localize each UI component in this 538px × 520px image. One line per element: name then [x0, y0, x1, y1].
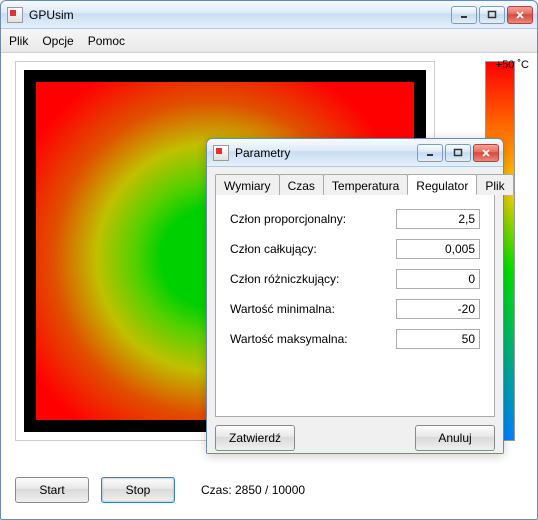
time-counter: Czas: 2850 / 10000 — [201, 483, 305, 497]
menu-file[interactable]: Plik — [9, 34, 28, 48]
menu-options[interactable]: Opcje — [42, 34, 73, 48]
tab-dimensions[interactable]: Wymiary — [215, 174, 280, 195]
close-button[interactable] — [507, 6, 533, 24]
tab-temperature[interactable]: Temperatura — [323, 174, 408, 195]
legend-top-label: +50 ˚C — [496, 59, 529, 71]
main-titlebar[interactable]: GPUsim — [1, 1, 537, 29]
cancel-button[interactable]: Anuluj — [415, 425, 495, 451]
dialog-minimize-button[interactable] — [417, 144, 443, 162]
confirm-button[interactable]: Zatwierdź — [215, 425, 295, 451]
input-proportional[interactable] — [396, 209, 480, 229]
minimize-button[interactable] — [451, 6, 477, 24]
dialog-title: Parametry — [235, 146, 417, 160]
dialog-titlebar[interactable]: Parametry — [207, 139, 503, 167]
label-max: Wartość maksymalna: — [230, 332, 348, 346]
main-title: GPUsim — [29, 8, 451, 22]
tab-file[interactable]: Plik — [476, 174, 513, 195]
label-derivative: Człon różniczkujący: — [230, 272, 339, 286]
input-min[interactable] — [396, 299, 480, 319]
app-icon — [7, 7, 23, 23]
label-integral: Człon całkujący: — [230, 242, 317, 256]
input-integral[interactable] — [396, 239, 480, 259]
menu-help[interactable]: Pomoc — [88, 34, 125, 48]
parameters-dialog: Parametry Wymiary Czas Temperatura Regul… — [206, 138, 504, 454]
stop-button[interactable]: Stop — [101, 477, 175, 503]
tab-time[interactable]: Czas — [279, 174, 324, 195]
dialog-icon — [213, 145, 229, 161]
start-button[interactable]: Start — [15, 477, 89, 503]
input-max[interactable] — [396, 329, 480, 349]
dialog-close-button[interactable] — [473, 144, 499, 162]
input-derivative[interactable] — [396, 269, 480, 289]
label-proportional: Człon proporcjonalny: — [230, 212, 346, 226]
menubar: Plik Opcje Pomoc — [1, 29, 537, 53]
tab-content: Człon proporcjonalny: Człon całkujący: C… — [215, 195, 495, 417]
tab-regulator[interactable]: Regulator — [407, 174, 477, 195]
dialog-maximize-button[interactable] — [445, 144, 471, 162]
label-min: Wartość minimalna: — [230, 302, 335, 316]
tab-bar: Wymiary Czas Temperatura Regulator Plik — [215, 173, 495, 195]
maximize-button[interactable] — [479, 6, 505, 24]
